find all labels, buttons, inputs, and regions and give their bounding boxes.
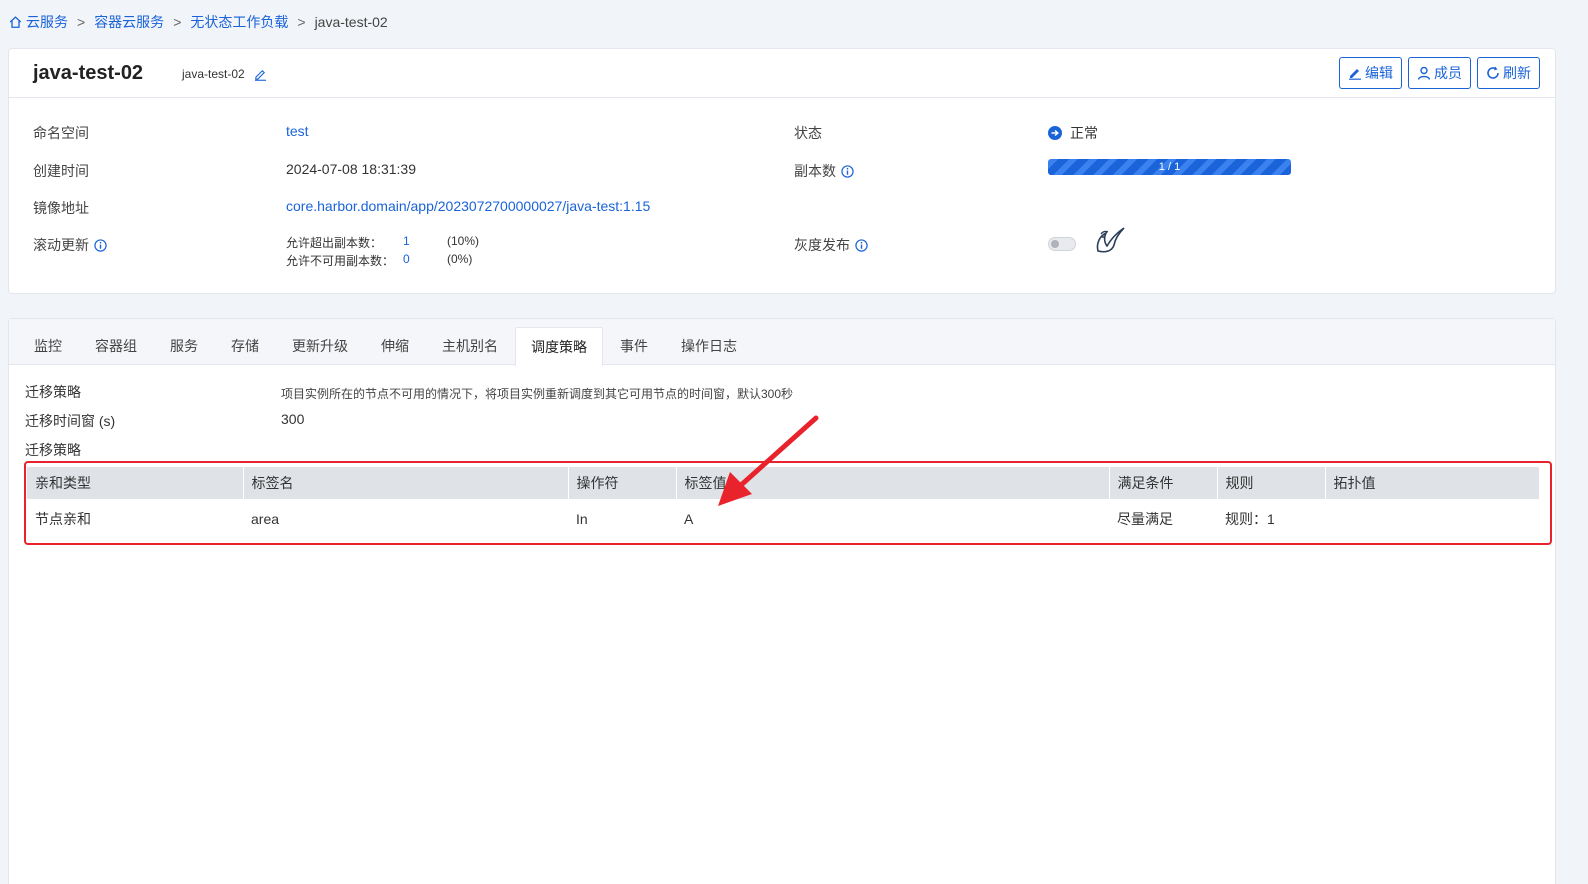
refresh-button[interactable]: 刷新 [1477, 57, 1540, 89]
tab-operation-log[interactable]: 操作日志 [681, 327, 737, 365]
rolling-update-label: 滚动更新 [33, 235, 107, 255]
edit-pencil-icon[interactable] [254, 68, 267, 81]
image-label: 镜像地址 [33, 200, 89, 216]
bird-logo-icon [1096, 227, 1125, 253]
breadcrumb-link-cloud[interactable]: 云服务 [26, 12, 68, 32]
workload-subtitle: java-test-02 [182, 67, 267, 81]
affinity-policy-label: 迁移策略 [25, 442, 81, 458]
max-surge-row: 允许超出副本数： 1 (10%) [286, 234, 506, 250]
breadcrumb-separator: > [297, 14, 306, 30]
breadcrumb-link-container[interactable]: 容器云服务 [94, 12, 164, 32]
table-cell: 尽量满足 [1117, 511, 1173, 527]
column-header: 操作符 [567, 467, 676, 499]
max-unavailable-value: 0 [403, 252, 410, 266]
column-header: 拓扑值 [1324, 467, 1539, 499]
page-title: java-test-02 [33, 62, 144, 84]
table-cell: 规则：1 [1225, 511, 1275, 527]
members-button[interactable]: 成员 [1408, 57, 1471, 89]
tab-monitor[interactable]: 监控 [34, 327, 62, 365]
table-cell [1325, 499, 1539, 539]
breadcrumb-separator: > [173, 14, 182, 30]
status-label: 状态 [794, 125, 822, 141]
home-icon[interactable] [8, 15, 23, 29]
table-cell: area [251, 511, 280, 527]
column-header: 满足条件 [1108, 467, 1217, 499]
breadcrumb-current: java-test-02 [314, 14, 388, 30]
header-actions: 编辑 成员 刷新 [1339, 57, 1540, 89]
breadcrumb: 云服务 > 容器云服务 > 无状态工作负载 > java-test-02 [8, 12, 388, 32]
replicas-progress-bar: 1 / 1 [1048, 159, 1291, 175]
breadcrumb-separator: > [77, 14, 86, 30]
migration-window-value: 300 [281, 411, 305, 427]
workload-detail-card: java-test-02 java-test-02 编辑 成员 刷新 命名空间 … [8, 48, 1556, 294]
rolling-update-text: 滚动更新 [33, 237, 89, 253]
column-header: 规则 [1216, 467, 1325, 499]
namespace-link[interactable]: test [286, 123, 309, 139]
card-header: java-test-02 java-test-02 编辑 成员 刷新 [9, 49, 1555, 98]
edit-icon [1349, 69, 1361, 80]
max-surge-label: 允许超出副本数： [286, 236, 383, 250]
edit-button-label: 编辑 [1365, 65, 1393, 81]
tab-events[interactable]: 事件 [620, 327, 648, 365]
tab-host-alias[interactable]: 主机别名 [442, 327, 498, 365]
members-button-label: 成员 [1434, 65, 1462, 81]
info-icon[interactable] [94, 238, 107, 252]
tab-upgrade[interactable]: 更新升级 [292, 327, 348, 365]
tab-scaling[interactable]: 伸缩 [381, 327, 409, 365]
user-icon [1417, 66, 1431, 80]
subtitle-text: java-test-02 [182, 67, 245, 81]
max-unavailable-row: 允许不可用副本数： 0 (0%) [286, 252, 506, 268]
breadcrumb-link-stateless[interactable]: 无状态工作负载 [190, 12, 288, 32]
tab-bar: 监控 容器组 服务 存储 更新升级 伸缩 主机别名 调度策略 事件 操作日志 [9, 319, 1555, 366]
refresh-icon [1487, 66, 1499, 79]
created-value: 2024-07-08 18:31:39 [286, 161, 416, 177]
migration-window-label: 迁移时间窗 (s) [25, 413, 116, 429]
annotation-arrow-icon [718, 415, 819, 506]
replicas-label-text: 副本数 [794, 163, 836, 179]
info-icon[interactable] [855, 238, 868, 252]
tab-pods[interactable]: 容器组 [95, 327, 137, 365]
table-cell: In [576, 511, 588, 527]
status-arrow-icon [1048, 126, 1062, 140]
edit-button[interactable]: 编辑 [1339, 57, 1402, 89]
migration-policy-label: 迁移策略 [25, 384, 81, 400]
tab-services[interactable]: 服务 [170, 327, 198, 365]
max-unavailable-percent: (0%) [447, 252, 473, 266]
replicas-label: 副本数 [794, 161, 854, 181]
info-icon[interactable] [841, 164, 854, 178]
max-surge-percent: (10%) [447, 234, 480, 248]
status-text: 正常 [1070, 125, 1098, 141]
max-surge-value: 1 [403, 234, 410, 248]
created-label: 创建时间 [33, 163, 89, 179]
canary-label-text: 灰度发布 [794, 237, 850, 253]
canary-label: 灰度发布 [794, 235, 868, 255]
table-cell: 节点亲和 [35, 511, 91, 527]
namespace-label: 命名空间 [33, 125, 89, 141]
status-value: 正常 [1048, 123, 1098, 143]
column-header: 标签名 [242, 467, 568, 499]
max-unavailable-label: 允许不可用副本数： [286, 254, 395, 268]
tab-scheduling[interactable]: 调度策略 [515, 327, 603, 366]
canary-toggle[interactable] [1048, 237, 1076, 251]
refresh-button-label: 刷新 [1503, 65, 1531, 81]
column-header: 亲和类型 [27, 467, 243, 499]
image-link[interactable]: core.harbor.domain/app/2023072700000027/… [286, 198, 650, 214]
tab-storage[interactable]: 存储 [231, 327, 259, 365]
